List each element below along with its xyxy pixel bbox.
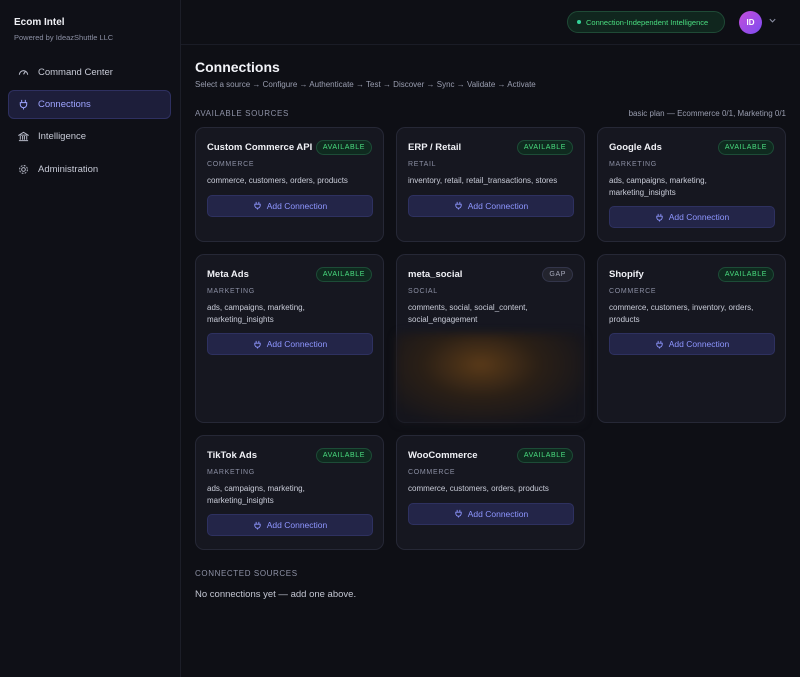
status-badge: GAP [542,267,573,282]
source-category: MARKETING [207,288,255,295]
gauge-icon [18,67,29,78]
page-steps: Select a source → Configure → Authentica… [195,80,536,89]
plug-icon [454,509,468,518]
source-category: MARKETING [207,469,255,476]
empty-state: No connections yet — add one above. [195,589,357,600]
topbar: Connection-Independent Intelligence ID [181,0,800,45]
source-name: TikTok Ads [207,450,257,461]
avatar[interactable]: ID [739,11,762,34]
source-card-tiktok-ads: TikTok Ads AVAILABLE MARKETING ads, campaig… [195,435,384,550]
status-badge: AVAILABLE [516,448,573,463]
source-card-erp-retail: ERP / Retail AVAILABLE RETAIL inventory, re… [396,127,585,242]
status-badge: AVAILABLE [315,140,372,155]
source-tags: commerce, customers, orders, products [207,176,348,185]
sidebar-item-connections[interactable]: Connections [8,90,171,119]
status-badge: AVAILABLE [315,448,372,463]
add-connection-button[interactable]: Add Connection [609,206,775,228]
add-connection-label: Add Connection [266,200,328,211]
add-connection-button[interactable]: Add Connection [609,333,775,355]
plug-icon [253,201,267,210]
blurred-region [396,333,584,423]
source-card-meta-ads: Meta Ads AVAILABLE MARKETING ads, campaigns… [195,254,384,423]
status-badge-label: Connection-Independent Intelligence [586,17,709,27]
card-header: Meta Ads AVAILABLE [207,267,372,282]
source-category: COMMERCE [609,288,657,295]
card-header: meta_social GAP [408,267,573,282]
source-category: RETAIL [408,161,437,168]
source-name: Google Ads [609,142,662,153]
status-badge: AVAILABLE [516,140,573,155]
sidebar-item-command-center[interactable]: Command Center [8,58,171,87]
page-title: Connections [195,59,280,75]
card-header: ERP / Retail AVAILABLE [408,140,573,155]
source-card-google-ads: Google Ads AVAILABLE MARKETING ads, campaig… [597,127,786,242]
brand-subtitle: Powered by IdeazShuttle LLC [14,33,114,42]
status-dot-icon [577,20,581,24]
chevron-down-icon[interactable] [768,16,777,25]
status-badge: Connection-Independent Intelligence [567,11,725,33]
status-badge: AVAILABLE [717,267,774,282]
plug-icon [454,201,468,210]
card-header: WooCommerce AVAILABLE [408,448,573,463]
card-header: Shopify AVAILABLE [609,267,774,282]
add-connection-label: Add Connection [266,520,328,530]
source-tags: commerce, customers, orders, products [408,484,549,493]
sidebar-item-administration[interactable]: Administration [8,155,171,184]
sidebar-item-label: Administration [38,164,99,175]
source-card-woocommerce: WooCommerce AVAILABLE COMMERCE commerce, cu… [396,435,585,550]
source-category: SOCIAL [408,288,438,295]
plug-icon [655,213,669,222]
status-badge: AVAILABLE [315,267,372,282]
sidebar-item-label: Intelligence [38,131,87,142]
card-header: Google Ads AVAILABLE [609,140,774,155]
source-card-custom-commerce-api: Custom Commerce API AVAILABLE COMMERCE comm… [195,127,384,242]
card-header: Custom Commerce API AVAILABLE [207,140,372,155]
plug-icon [18,99,29,110]
source-name: ERP / Retail [408,142,462,153]
add-connection-button[interactable]: Add Connection [408,502,574,525]
source-category: MARKETING [609,161,657,168]
source-tags: ads, campaigns, marketing, marketing_ins… [207,303,305,324]
card-header: TikTok Ads AVAILABLE [207,448,372,463]
source-card-shopify: Shopify AVAILABLE COMMERCE commerce, custom… [597,254,786,423]
source-tags: inventory, retail, retail_transactions, … [408,176,558,185]
add-connection-label: Add Connection [668,212,730,222]
source-name: meta_social [408,269,463,280]
plan-info: basic plan — Ecommerce 0/1, Marketing 0/… [628,109,786,118]
add-connection-label: Add Connection [668,339,730,349]
add-connection-button[interactable]: Add Connection [408,194,574,217]
add-connection-button[interactable]: Add Connection [207,194,373,217]
source-category: COMMERCE [207,161,255,168]
available-sources-label: AVAILABLE SOURCES [195,109,289,118]
source-name: Shopify [609,269,644,280]
plug-icon [253,340,267,349]
source-tags: comments, social, social_content, social… [408,303,528,324]
add-connection-button[interactable]: Add Connection [207,333,373,355]
add-connection-button[interactable]: Add Connection [207,514,373,536]
source-tags: ads, campaigns, marketing, marketing_ins… [609,176,707,197]
plug-icon [253,521,267,530]
sidebar-item-label: Connections [38,99,91,110]
status-badge: AVAILABLE [717,140,774,155]
sidebar-item-label: Command Center [38,67,113,78]
gear-icon [18,164,29,175]
source-tags: ads, campaigns, marketing, marketing_ins… [207,484,305,505]
source-name: WooCommerce [408,450,478,461]
add-connection-label: Add Connection [467,508,529,519]
source-tags: commerce, customers, inventory, orders, … [609,303,754,324]
sidebar-item-intelligence[interactable]: Intelligence [8,122,171,151]
sidebar: Ecom Intel Powered by IdeazShuttle LLC C… [0,0,181,677]
source-name: Custom Commerce API [207,142,313,153]
add-connection-label: Add Connection [467,200,529,211]
bank-icon [18,131,29,142]
connected-sources-label: CONNECTED SOURCES [195,569,298,578]
source-category: COMMERCE [408,469,456,476]
plug-icon [655,340,669,349]
source-name: Meta Ads [207,269,249,280]
brand: Ecom Intel Powered by IdeazShuttle LLC [14,17,113,42]
add-connection-label: Add Connection [266,339,328,349]
brand-title: Ecom Intel [14,17,65,28]
